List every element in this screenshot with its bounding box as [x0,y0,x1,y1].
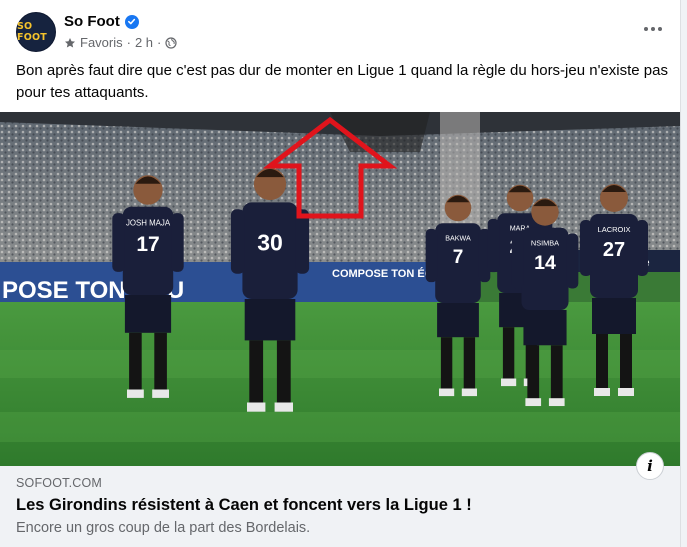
player-name: LACROIX [598,225,631,234]
post-time[interactable]: 2 h [135,35,153,50]
globe-icon[interactable] [165,36,177,49]
pitch-stripe [0,350,680,378]
page-name[interactable]: So Foot [64,13,120,30]
link-title[interactable]: Les Girondins résistent à Caen et foncen… [16,496,472,515]
page-avatar[interactable]: SO FOOT [16,12,56,52]
post-header: SO FOOT So Foot Favoris · 2 h · [16,12,664,54]
info-icon: i [647,457,653,475]
pitch-stripe [0,412,680,442]
more-dot-icon [644,27,648,31]
player-number: 30 [257,230,283,256]
link-domain: SOFOOT.COM [16,476,103,490]
page-name-row: So Foot [64,13,139,30]
meta-separator: · [126,35,131,50]
meta-separator-2: · [157,35,162,50]
player-number: 7 [453,247,464,268]
player-number: 17 [136,233,159,256]
avatar-logo-text: SO FOOT [17,21,47,43]
favorites-label[interactable]: Favoris [80,35,123,50]
post-text: Bon après faut dire que c'est pas dur de… [16,62,668,101]
player-number: 14 [534,252,556,274]
player-name: NSIMBA [531,238,559,247]
more-dot-icon [658,27,662,31]
more-dot-icon [651,27,655,31]
player-name: BAKWA [445,234,471,242]
verified-badge-icon [124,14,139,29]
info-button[interactable]: i [636,452,664,480]
facebook-post: SO FOOT So Foot Favoris · 2 h · Bon aprè… [0,0,681,547]
post-meta: Favoris · 2 h · [64,35,177,50]
post-photo[interactable]: POSE TON ÉQU COMPOSE TON ÉQUIPE orare 17… [0,112,680,466]
player-name: JOSH MAJA [126,219,171,228]
star-icon [65,37,75,48]
match-scene: POSE TON ÉQU COMPOSE TON ÉQUIPE orare 17… [0,112,680,466]
link-preview[interactable]: SOFOOT.COM Les Girondins résistent à Cae… [0,466,680,547]
more-options-button[interactable] [638,18,668,40]
link-description: Encore un gros coup de la part des Borde… [16,520,311,536]
player-number: 27 [603,239,625,261]
